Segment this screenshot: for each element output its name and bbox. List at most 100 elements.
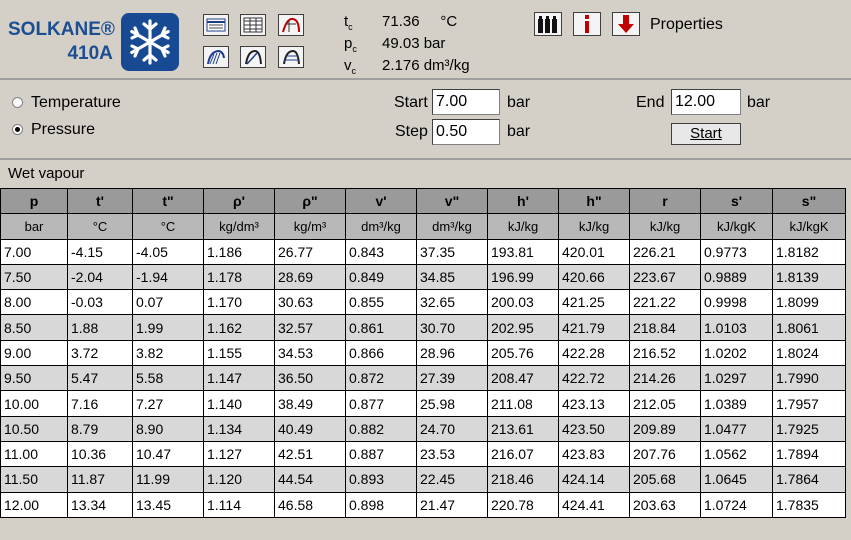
table-cell: 36.50 bbox=[274, 365, 346, 392]
critical-volume-symbol: vc bbox=[344, 57, 356, 76]
table-cell: 1.0724 bbox=[700, 491, 773, 518]
column-unit: dm³/kg bbox=[345, 213, 417, 240]
column-header: t" bbox=[132, 187, 204, 215]
diagram-ph-icon[interactable] bbox=[203, 46, 229, 68]
table-cell: 11.99 bbox=[132, 466, 204, 493]
table-cell: 1.88 bbox=[67, 314, 133, 341]
logo-text: SOLKANE® 410A bbox=[8, 18, 115, 66]
table-cell: 10.47 bbox=[132, 440, 204, 468]
start-button[interactable]: Start bbox=[671, 123, 741, 145]
table-cell: 211.08 bbox=[487, 390, 559, 417]
section-header: Wet vapour bbox=[0, 158, 851, 188]
table-cell: 10.00 bbox=[0, 390, 68, 417]
column-header: r bbox=[629, 187, 701, 215]
column-header: h' bbox=[487, 187, 559, 215]
table-cell: 212.05 bbox=[629, 390, 701, 417]
table-cell: 12.00 bbox=[0, 491, 68, 518]
critical-temperature-symbol: tc bbox=[344, 13, 353, 32]
pressure-radio[interactable]: Pressure bbox=[12, 121, 95, 139]
table-cell: 0.843 bbox=[345, 238, 417, 265]
table-cell: 21.47 bbox=[416, 491, 488, 518]
table-cell: 423.13 bbox=[558, 390, 630, 417]
column-header: h" bbox=[558, 187, 630, 215]
curve-icon[interactable] bbox=[278, 14, 304, 36]
table-cell: 421.79 bbox=[558, 314, 630, 341]
step-input[interactable]: 0.50 bbox=[432, 119, 500, 145]
table-cell: 3.82 bbox=[132, 339, 204, 367]
table-cell: 1.170 bbox=[203, 289, 275, 316]
symbol-header-row: p t' t" ρ' ρ" v' v" h' h" r s' s" bbox=[0, 187, 846, 215]
table-cell: 424.14 bbox=[558, 466, 630, 493]
column-header: ρ" bbox=[274, 187, 346, 215]
table-cell: 1.127 bbox=[203, 440, 275, 468]
table-cell: 9.00 bbox=[0, 339, 68, 367]
table-cell: 0.898 bbox=[345, 491, 417, 518]
table-view-icon[interactable] bbox=[203, 14, 229, 36]
table-cell: 0.9998 bbox=[700, 289, 773, 316]
temperature-radio-dot[interactable] bbox=[12, 97, 23, 108]
bottles-icon[interactable] bbox=[534, 12, 562, 36]
table-cell: 423.83 bbox=[558, 440, 630, 468]
table-cell: 1.8061 bbox=[772, 314, 846, 341]
table-row: 7.00 -4.15 -4.05 1.186 26.77 0.843 37.35 193.81… bbox=[0, 238, 846, 265]
model-name: 410A bbox=[67, 43, 113, 64]
column-unit: bar bbox=[0, 213, 68, 240]
table-cell: 8.50 bbox=[0, 314, 68, 341]
table-cell: 40.49 bbox=[274, 415, 346, 442]
end-input[interactable]: 12.00 bbox=[671, 89, 741, 115]
critical-pressure-unit: bar bbox=[423, 35, 446, 52]
table-cell: 420.66 bbox=[558, 263, 630, 291]
table-cell: 218.84 bbox=[629, 314, 701, 341]
table-cell: 216.52 bbox=[629, 339, 701, 367]
table-cell: 5.58 bbox=[132, 365, 204, 392]
table-cell: 11.87 bbox=[67, 466, 133, 493]
table-cell: 11.00 bbox=[0, 440, 68, 468]
column-unit: kg/dm³ bbox=[203, 213, 275, 240]
table-cell: -1.94 bbox=[132, 263, 204, 291]
table-cell: 8.79 bbox=[67, 415, 133, 442]
end-label: End bbox=[636, 94, 665, 111]
table-cell: 0.866 bbox=[345, 339, 417, 367]
table-cell: 1.147 bbox=[203, 365, 275, 392]
table-cell: 1.114 bbox=[203, 491, 275, 518]
table-cell: 1.178 bbox=[203, 263, 275, 291]
table-cell: 1.8099 bbox=[772, 289, 846, 316]
table-row: 10.00 7.16 7.27 1.140 38.49 0.877 25.98 211.08 4… bbox=[0, 390, 846, 417]
table-row: 7.50 -2.04 -1.94 1.178 28.69 0.849 34.85 196.99… bbox=[0, 263, 846, 291]
table-cell: 11.50 bbox=[0, 466, 68, 493]
column-header: v" bbox=[416, 187, 488, 215]
table-cell: 7.00 bbox=[0, 238, 68, 265]
critical-pressure-symbol: pc bbox=[344, 35, 357, 54]
table-cell: 209.89 bbox=[629, 415, 701, 442]
diagram-hs-icon[interactable] bbox=[278, 46, 304, 68]
table-cell: 421.25 bbox=[558, 289, 630, 316]
table-cell: 44.54 bbox=[274, 466, 346, 493]
table-cell: 28.69 bbox=[274, 263, 346, 291]
table-cell: 424.41 bbox=[558, 491, 630, 518]
start-input[interactable]: 7.00 bbox=[432, 89, 500, 115]
table-cell: 0.893 bbox=[345, 466, 417, 493]
table-cell: 1.0202 bbox=[700, 339, 773, 367]
table-cell: 216.07 bbox=[487, 440, 559, 468]
table-cell: 1.7864 bbox=[772, 466, 846, 493]
column-header: ρ' bbox=[203, 187, 275, 215]
pressure-radio-dot[interactable] bbox=[12, 124, 23, 135]
column-header: s" bbox=[772, 187, 846, 215]
column-header: v' bbox=[345, 187, 417, 215]
table-cell: 8.90 bbox=[132, 415, 204, 442]
info-icon[interactable] bbox=[573, 12, 601, 36]
table-cell: 0.849 bbox=[345, 263, 417, 291]
temperature-radio[interactable]: Temperature bbox=[12, 94, 121, 112]
table-cell: 203.63 bbox=[629, 491, 701, 518]
column-header: s' bbox=[700, 187, 773, 215]
table-cell: 1.162 bbox=[203, 314, 275, 341]
table-cell: 213.61 bbox=[487, 415, 559, 442]
table-cell: 32.57 bbox=[274, 314, 346, 341]
table-row: 11.50 11.87 11.99 1.120 44.54 0.893 22.45 218.4… bbox=[0, 466, 846, 493]
table-cell: 34.53 bbox=[274, 339, 346, 367]
table-cell: 42.51 bbox=[274, 440, 346, 468]
diagram-ts-icon[interactable] bbox=[240, 46, 266, 68]
download-arrow-icon[interactable] bbox=[612, 12, 640, 36]
table-cell: 0.855 bbox=[345, 289, 417, 316]
grid-view-icon[interactable] bbox=[240, 14, 266, 36]
